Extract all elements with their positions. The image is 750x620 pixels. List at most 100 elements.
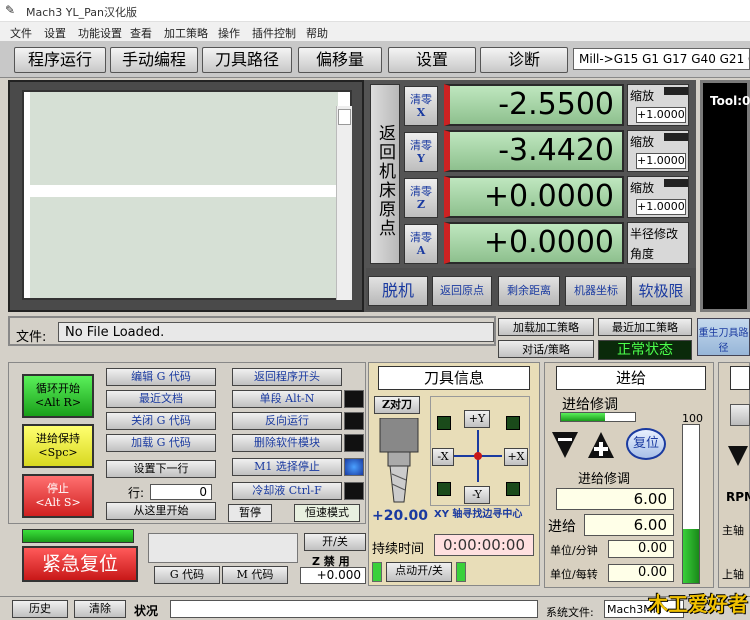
menu-functions[interactable]: 功能设置 <box>78 25 122 41</box>
cycle-start-key: <Alt R> <box>34 396 82 409</box>
jog-corner-sw[interactable] <box>437 482 451 496</box>
status-label: 状况 <box>134 604 159 618</box>
dist-to-go-button[interactable]: 剩余距离 <box>498 276 560 306</box>
ref-all-home-button[interactable]: 返回机床原点 <box>370 84 400 264</box>
menu-operate[interactable]: 操作 <box>218 25 240 41</box>
stop-button[interactable]: 停止 <Alt S> <box>22 474 94 518</box>
zero-a-button[interactable]: 清零 A <box>404 224 438 264</box>
jog-toggle-button[interactable]: 点动开/关 <box>386 562 452 582</box>
single-block-button[interactable]: 单段 Alt-N <box>232 390 342 408</box>
tool-info-title: 刀具信息 <box>378 366 530 390</box>
line-number-field[interactable]: 0 <box>150 484 212 500</box>
zero-y-button[interactable]: 清零 Y <box>404 132 438 172</box>
tool-length: +20.00 <box>372 508 429 524</box>
dro-x[interactable]: -2.5500 <box>444 84 624 126</box>
menu-view[interactable]: 查看 <box>130 25 152 41</box>
edit-gcode-button[interactable]: 编辑 G 代码 <box>106 368 216 386</box>
scale-z-value[interactable]: +1.0000 <box>636 199 686 215</box>
run-from-here-button[interactable]: 从这里开始 <box>106 502 216 520</box>
spindle-button[interactable] <box>730 404 750 426</box>
jog-x-plus-button[interactable]: +X <box>504 448 528 466</box>
scale-y-value[interactable]: +1.0000 <box>636 153 686 169</box>
menu-strategy[interactable]: 加工策略 <box>164 25 208 41</box>
recent-strategy-button[interactable]: 最近加工策略 <box>598 318 692 336</box>
menu-plugins[interactable]: 插件控制 <box>252 25 296 41</box>
spindle-label-2: 上轴 <box>722 568 744 581</box>
tab-offsets[interactable]: 偏移量 <box>298 47 382 73</box>
goto-zero-button[interactable]: 返回原点 <box>432 276 492 306</box>
block-delete-button[interactable]: 删除软件模块 <box>232 434 342 452</box>
scale-x: 缩放 +1.0000 <box>627 84 689 126</box>
file-label: 文件: <box>16 330 47 345</box>
coolant-led <box>344 482 364 500</box>
feed-up-icon[interactable] <box>586 430 616 460</box>
clear-button[interactable]: 清除 <box>74 600 126 618</box>
feed-hold-key: <Spc> <box>38 446 78 459</box>
load-gcode-button[interactable]: 加载 G 代码 <box>106 434 216 452</box>
load-strategy-button[interactable]: 加载加工策略 <box>498 318 594 336</box>
feed-hold-button[interactable]: 进给保持 <Spc> <box>22 424 94 468</box>
dialog-strategy-button[interactable]: 对话/策略 <box>498 340 594 358</box>
feed-reset-button[interactable]: 复位 <box>626 428 666 460</box>
zero-z-button[interactable]: 清零 Z <box>404 178 438 218</box>
close-gcode-button[interactable]: 关闭 G 代码 <box>106 412 216 430</box>
menu-settings[interactable]: 设置 <box>44 25 66 41</box>
tab-program-run[interactable]: 程序运行 <box>14 47 106 73</box>
tab-mdi[interactable]: 手动编程 <box>110 47 198 73</box>
units-per-rev-label: 单位/每转 <box>550 568 598 581</box>
recent-file-button[interactable]: 最近文档 <box>106 390 216 408</box>
jog-corner-nw[interactable] <box>437 416 451 430</box>
axis-letter: Y <box>417 152 425 165</box>
scale-x-value[interactable]: +1.0000 <box>636 107 686 123</box>
rewind-button[interactable]: 返回程序开头 <box>232 368 342 386</box>
feed-vertical-fill <box>683 529 699 583</box>
machine-coords-button[interactable]: 机器坐标 <box>565 276 627 306</box>
pause-indicator: 暂停 <box>228 504 272 522</box>
dro-y[interactable]: -3.4420 <box>444 130 624 172</box>
scale-led <box>664 87 688 95</box>
regen-toolpath-button[interactable]: 重生刀具路径 <box>697 318 750 356</box>
tab-toolpath[interactable]: 刀具路径 <box>202 47 292 73</box>
zero-label: 清零 <box>410 185 432 198</box>
modal-status-line: Mill->G15 G1 G17 G40 G21 G90 <box>573 48 750 70</box>
dro-z[interactable]: +0.0000 <box>444 176 624 218</box>
reverse-run-button[interactable]: 反向运行 <box>232 412 342 430</box>
offline-button[interactable]: 脱机 <box>368 276 428 306</box>
feed-override-fill <box>561 413 606 421</box>
cycle-start-button[interactable]: 循环开始 <Alt R> <box>22 374 94 418</box>
m-codes-button[interactable]: M 代码 <box>222 566 288 584</box>
optional-stop-button[interactable]: M1 选择停止 <box>232 458 342 476</box>
history-button[interactable]: 历史 <box>12 600 68 618</box>
elapsed-time: 0:00:00:00 <box>434 534 534 556</box>
zero-x-button[interactable]: 清零 X <box>404 86 438 126</box>
soft-limits-button[interactable]: 软极限 <box>631 276 691 306</box>
coolant-button[interactable]: 冷却液 Ctrl-F <box>232 482 342 500</box>
set-next-line-button[interactable]: 设置下一行 <box>106 460 216 478</box>
jog-corner-se[interactable] <box>506 482 520 496</box>
z-inhibit-value[interactable]: +0.000 <box>300 567 366 584</box>
feed-down-icon[interactable] <box>550 430 580 460</box>
gcode-scrollbar[interactable] <box>336 106 352 300</box>
emergency-reset-button[interactable]: 紧急复位 <box>22 546 138 582</box>
tab-diagnostics[interactable]: 诊断 <box>480 47 568 73</box>
feed-override-bar <box>560 412 636 422</box>
feed-override-value[interactable]: 6.00 <box>556 488 674 510</box>
units-per-rev-value: 0.00 <box>608 564 674 582</box>
menu-help[interactable]: 帮助 <box>306 25 328 41</box>
spindle-down-icon[interactable] <box>726 444 750 468</box>
axis-letter: Z <box>416 198 426 211</box>
jog-y-minus-button[interactable]: -Y <box>464 486 490 504</box>
z-touch-off-button[interactable]: Z对刀 <box>374 396 420 414</box>
dro-a[interactable]: +0.0000 <box>444 222 624 264</box>
scroll-thumb[interactable] <box>338 109 351 125</box>
scale-label: 缩放 <box>630 181 655 195</box>
jog-y-plus-button[interactable]: +Y <box>464 410 490 428</box>
jog-x-minus-button[interactable]: -X <box>432 448 454 466</box>
jog-corner-ne[interactable] <box>506 416 520 430</box>
spindle-panel <box>718 362 750 588</box>
tab-settings[interactable]: 设置 <box>388 47 476 73</box>
z-inhibit-toggle[interactable]: 开/关 <box>304 533 366 551</box>
jog-led <box>372 562 382 582</box>
g-codes-button[interactable]: G 代码 <box>154 566 220 584</box>
menu-file[interactable]: 文件 <box>10 25 32 41</box>
